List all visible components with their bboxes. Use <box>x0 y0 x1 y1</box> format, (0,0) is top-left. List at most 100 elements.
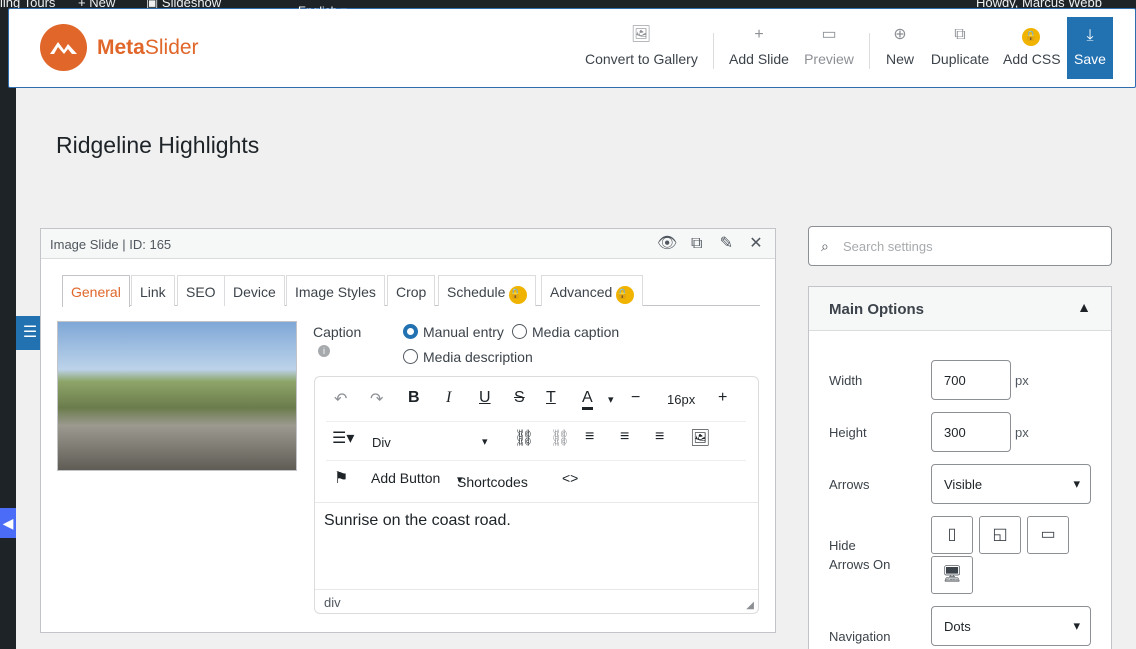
video-icon: ▭ <box>821 26 837 43</box>
add-button-button[interactable]: Add Button <box>371 470 440 486</box>
slide-image-thumbnail[interactable] <box>57 321 297 471</box>
tab-image-styles[interactable]: Image Styles <box>286 275 385 306</box>
bold-icon[interactable]: B <box>408 389 420 407</box>
height-label: Height <box>829 425 867 440</box>
save-button[interactable]: ⤓ Save <box>1067 17 1113 79</box>
slide-title: Image Slide | ID: 165 <box>50 237 172 252</box>
tab-seo[interactable]: SEO <box>177 275 225 306</box>
font-size-value[interactable]: 16px <box>667 392 695 407</box>
info-icon[interactable]: i <box>318 345 330 357</box>
link-icon[interactable]: ⛓ <box>514 428 534 448</box>
lock-icon: 🔒 <box>616 286 635 304</box>
language-label[interactable]: English ▾ <box>298 4 347 18</box>
tab-crop[interactable]: Crop <box>387 275 436 306</box>
flag-icon[interactable]: ⚑ <box>334 468 348 488</box>
hide-arrows-label: Hide Arrows On <box>829 538 891 572</box>
slide-tabs: General Link SEO Device Image Styles Cro… <box>62 275 760 307</box>
insert-image-icon[interactable]: 🖼 <box>690 428 710 448</box>
preview-button[interactable]: ▭ Preview <box>801 25 857 83</box>
width-label: Width <box>829 373 863 388</box>
lock-icon: 🔒 <box>509 286 528 304</box>
copy-icon[interactable]: ⧉ <box>684 235 710 253</box>
mobile-device-icon[interactable]: ▯ <box>931 516 973 554</box>
align-center-icon[interactable]: ≡ <box>620 428 629 446</box>
metaslider-wordmark: MetaSlider <box>97 36 199 59</box>
strikethrough-icon[interactable]: S <box>514 389 525 407</box>
image-icon: 🖼 <box>630 26 652 43</box>
radio-icon <box>403 349 418 364</box>
plus-icon: + <box>754 26 764 43</box>
tab-general[interactable]: General <box>62 275 130 307</box>
width-unit: px <box>1015 373 1029 388</box>
metaslider-header: MetaSlider 🖼 Convert to Gallery + Add Sl… <box>8 8 1136 88</box>
page-title[interactable]: Ridgeline Highlights <box>56 132 259 159</box>
editor-content[interactable]: Sunrise on the coast road. <box>324 512 511 530</box>
search-settings-input[interactable]: ⌕ Search settings <box>808 226 1112 266</box>
radio-icon <box>512 324 527 339</box>
tablet-device-icon[interactable]: ◱ <box>979 516 1021 554</box>
undo-icon[interactable]: ↶ <box>334 389 347 409</box>
tab-link[interactable]: Link <box>131 275 175 306</box>
download-icon: ⤓ <box>1086 27 1094 44</box>
chevron-down-icon: ▾ <box>482 436 488 448</box>
slide-panel: Image Slide | ID: 165 👁 ⧉ ✎ ✕ General Li… <box>40 228 776 633</box>
width-input[interactable]: 700 <box>931 360 1011 400</box>
radio-media-caption[interactable]: Media caption <box>512 324 619 340</box>
eye-icon[interactable]: 👁 <box>654 233 680 253</box>
tab-advanced[interactable]: Advanced 🔒 <box>541 275 643 306</box>
source-code-icon[interactable]: <> <box>562 470 578 486</box>
admin-sidebar <box>0 0 16 649</box>
increase-font-icon[interactable]: + <box>718 389 727 407</box>
radio-media-description[interactable]: Media description <box>403 349 533 365</box>
navigation-label: Navigation <box>829 629 891 644</box>
clear-format-icon[interactable]: T <box>546 389 556 407</box>
duplicate-button[interactable]: ⧉ Duplicate <box>927 25 993 83</box>
lock-icon: 🔒 <box>1022 28 1040 46</box>
italic-icon[interactable]: I <box>446 389 451 407</box>
chevron-down-icon: ▾ <box>1073 618 1080 633</box>
decrease-font-icon[interactable]: − <box>631 389 640 407</box>
pencil-icon[interactable]: ✎ <box>713 233 739 253</box>
metaslider-logo <box>40 24 87 71</box>
desktop-device-icon[interactable]: 🖥 <box>931 556 973 594</box>
unlink-icon[interactable]: ⛓ <box>550 428 570 448</box>
divider <box>869 33 870 69</box>
divider <box>713 33 714 69</box>
height-input[interactable]: 300 <box>931 412 1011 452</box>
new-slideshow-button[interactable]: ⊕ New <box>883 25 917 83</box>
navigation-select[interactable]: Dots ▾ <box>931 606 1091 646</box>
tab-schedule[interactable]: Schedule 🔒 <box>438 275 536 306</box>
caption-editor: ↶ ↷ B I U S T A ▾ − 16px + ☰▾ Div ▾ ⛓ ⛓ ≡… <box>314 376 759 614</box>
main-options-header[interactable]: Main Options ▲ <box>809 287 1111 331</box>
chevron-up-icon[interactable]: ▲ <box>1077 299 1091 315</box>
redo-icon[interactable]: ↷ <box>370 389 383 409</box>
radio-manual-entry[interactable]: Manual entry <box>403 324 504 340</box>
line-height-icon[interactable]: ☰▾ <box>332 428 354 448</box>
caption-label: Caption <box>313 324 362 340</box>
add-slide-button[interactable]: + Add Slide <box>727 25 791 83</box>
editor-statusbar: div ◢ <box>315 589 758 613</box>
editor-toolbar: ↶ ↷ B I U S T A ▾ − 16px + ☰▾ Div ▾ ⛓ ⛓ ≡… <box>315 377 758 503</box>
convert-to-gallery-button[interactable]: 🖼 Convert to Gallery <box>585 25 698 83</box>
resize-handle-icon[interactable]: ◢ <box>746 600 754 611</box>
arrows-label: Arrows <box>829 477 870 492</box>
add-css-button[interactable]: 🔒 Add CSS <box>1003 25 1061 83</box>
search-icon: ⌕ <box>821 238 829 254</box>
laptop-device-icon[interactable]: ▭ <box>1027 516 1069 554</box>
underline-icon[interactable]: U <box>479 389 491 407</box>
chevron-down-icon: ▾ <box>1073 476 1080 491</box>
shortcodes-dropdown[interactable]: Shortcodes ▾ <box>457 470 528 490</box>
chevron-down-icon[interactable]: ▾ <box>608 393 614 406</box>
align-left-icon[interactable]: ≡ <box>585 428 594 446</box>
radio-selected-icon <box>403 324 418 339</box>
plus-circle-icon: ⊕ <box>893 26 907 43</box>
arrows-select[interactable]: Visible ▾ <box>931 464 1091 504</box>
collapse-arrow-icon[interactable]: ◀ <box>0 508 16 538</box>
text-color-icon[interactable]: A <box>582 389 593 410</box>
close-icon[interactable]: ✕ <box>743 233 769 253</box>
main-options-panel: Main Options ▲ Width 700 px Height 300 p… <box>808 286 1112 649</box>
slide-header: Image Slide | ID: 165 👁 ⧉ ✎ ✕ <box>41 229 775 259</box>
tab-device[interactable]: Device <box>224 275 285 306</box>
align-right-icon[interactable]: ≡ <box>655 428 664 446</box>
element-path[interactable]: div <box>324 595 341 610</box>
